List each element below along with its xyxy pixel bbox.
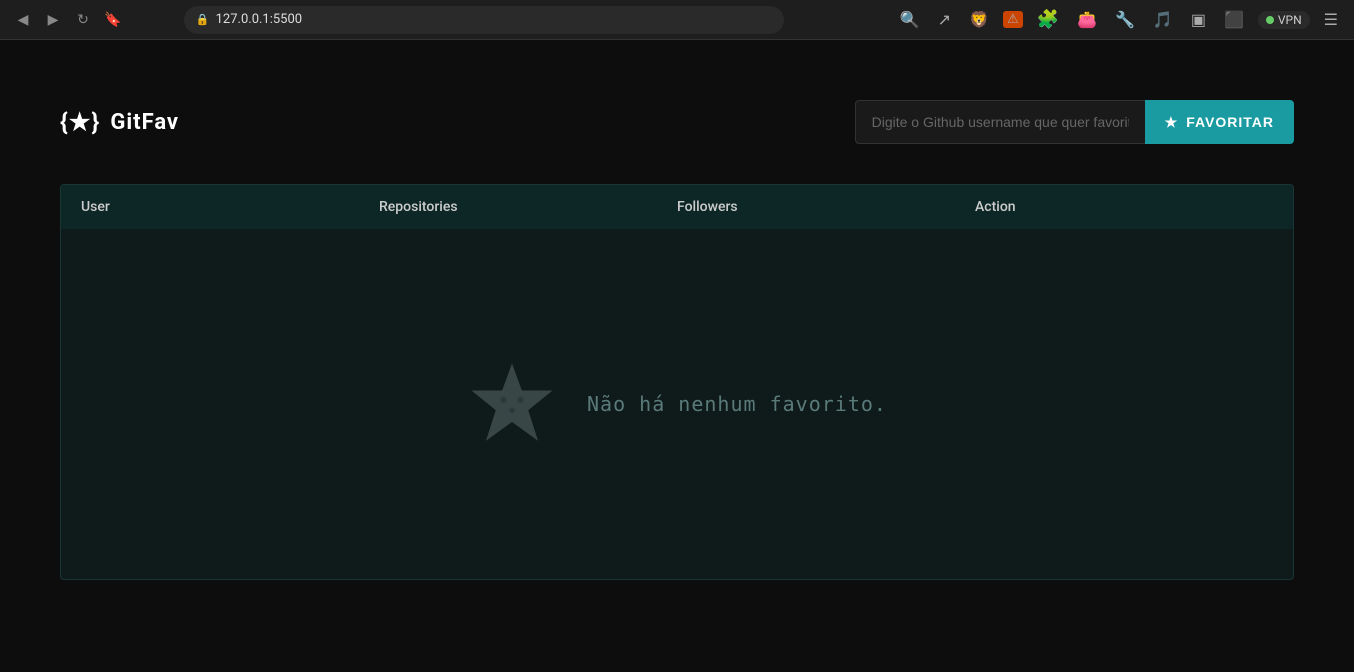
music-icon[interactable]: 🎵 [1149,8,1177,31]
empty-star-icon [467,359,557,449]
github-username-input[interactable] [855,100,1145,144]
fav-button-label: FAVORITAR [1186,114,1274,130]
forward-button[interactable]: ▶ [42,9,64,31]
browser-chrome: ◀ ▶ ↻ 🔖 🔒 127.0.0.1:5500 🔍 ↗ 🦁 ⚠ 🧩 👛 🔧 🎵… [0,0,1354,40]
table-header: User Repositories Followers Action [61,185,1293,229]
address-bar[interactable]: 🔒 127.0.0.1:5500 [184,6,784,34]
app-container: {★} GitFav ★ FAVORITAR User Repositories… [0,40,1354,580]
menu-icon[interactable]: ☰ [1320,8,1342,31]
sidebar-icon[interactable]: ▣ [1187,8,1210,31]
reload-button[interactable]: ↻ [72,9,94,31]
browser-toolbar-right: 🔍 ↗ 🦁 ⚠ 🧩 👛 🔧 🎵 ▣ ⬛ VPN ☰ [896,7,1342,32]
extensions-icon[interactable]: 🧩 [1033,7,1063,32]
warning-icon[interactable]: ⚠ [1003,11,1023,28]
share-icon[interactable]: ↗ [934,8,955,31]
extensions2-icon[interactable]: 🔧 [1111,8,1139,31]
empty-state: Não há nenhum favorito. [467,359,887,449]
col-user: User [81,199,379,215]
favorites-table: User Repositories Followers Action Não h… [60,184,1294,580]
search-toolbar-icon[interactable]: 🔍 [896,8,924,31]
wallet-icon[interactable]: 👛 [1073,8,1101,31]
url-text: 127.0.0.1:5500 [216,12,303,27]
empty-message: Não há nenhum favorito. [587,392,887,416]
vpn-label: VPN [1278,13,1302,27]
logo-icon: {★} [60,108,100,136]
header-right: ★ FAVORITAR [855,100,1294,144]
screenshot-icon[interactable]: ⬛ [1220,8,1248,31]
favoritar-button[interactable]: ★ FAVORITAR [1145,100,1294,144]
back-button[interactable]: ◀ [12,9,34,31]
bookmark-button[interactable]: 🔖 [102,9,124,31]
brave-shield-icon[interactable]: 🦁 [965,8,993,31]
col-repositories: Repositories [379,199,677,215]
logo-text: GitFav [110,110,179,135]
table-body: Não há nenhum favorito. [61,229,1293,579]
app-header: {★} GitFav ★ FAVORITAR [60,100,1294,144]
col-action: Action [975,199,1273,215]
star-icon: ★ [1165,114,1179,131]
lock-icon: 🔒 [196,13,210,26]
vpn-badge[interactable]: VPN [1258,11,1310,29]
logo: {★} GitFav [60,108,179,136]
vpn-dot [1266,16,1274,24]
col-followers: Followers [677,199,975,215]
